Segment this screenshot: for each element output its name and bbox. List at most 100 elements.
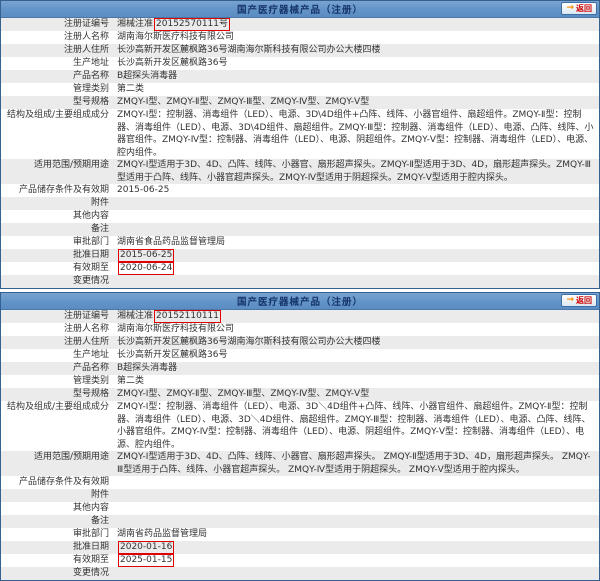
field-value: 2020-06-24 [115, 262, 599, 275]
value-text: 湖南省药品监督管理局 [117, 529, 207, 539]
field-row: 注册人住所长沙高新开发区麓枫路36号湖南海尔斯科技有限公司办公大楼四楼 [1, 44, 599, 57]
field-row: 其他内容 [1, 210, 599, 223]
field-value: 湖南省食品药品监督管理局 [115, 236, 599, 249]
field-row: 注册人住所长沙高新开发区麓枫路36号湖南海尔斯科技有限公司办公大楼四楼 [1, 336, 599, 349]
field-label: 备注 [1, 223, 115, 236]
field-value: 长沙高新开发区麓枫路36号 [115, 57, 599, 70]
field-label: 管理类别 [1, 83, 115, 96]
field-label: 产品储存条件及有效期 [1, 184, 115, 197]
card-header: 国产医疗器械产品（注册） → 返回 [1, 1, 599, 18]
field-row: 产品储存条件及有效期2015-06-25 [1, 184, 599, 197]
field-row: 附件 [1, 489, 599, 502]
field-label: 型号规格 [1, 96, 115, 109]
field-label: 批准日期 [1, 249, 115, 262]
field-row: 适用范围/预期用途ZMQY-Ⅰ型适用于3D、4D、凸阵、线阵、小器官、扇形超声探… [1, 159, 599, 184]
red-highlight-box: 20152110111 [154, 310, 221, 323]
registration-card-1: 国产医疗器械产品（注册） → 返回 注册证编号湘械注准20152570111号注… [0, 0, 600, 289]
field-value: 湘械注准20152570111号 [115, 18, 599, 31]
field-row: 注册人名称湖南海尔斯医疗科技有限公司 [1, 31, 599, 44]
field-row: 注册证编号湘械注准20152570111号 [1, 18, 599, 31]
field-row: 生产地址长沙高新开发区麓枫路36号 [1, 57, 599, 70]
field-value [115, 210, 599, 223]
value-text: 湖南海尔斯医疗科技有限公司 [117, 324, 234, 334]
field-row: 型号规格ZMQY-Ⅰ型、ZMQY-Ⅱ型、ZMQY-Ⅲ型、ZMQY-Ⅳ型、ZMQY… [1, 96, 599, 109]
red-highlight-box: 2020-01-16 [118, 541, 174, 554]
field-value: ZMQY-Ⅰ型、ZMQY-Ⅱ型、ZMQY-Ⅲ型、ZMQY-Ⅳ型、ZMQY-Ⅴ型 [115, 96, 599, 109]
field-value [115, 502, 599, 515]
field-label: 备注 [1, 515, 115, 528]
field-label: 注册人住所 [1, 44, 115, 57]
field-value: 长沙高新开发区麓枫路36号湖南海尔斯科技有限公司办公大楼四楼 [115, 44, 599, 57]
value-text: 第二类 [117, 376, 144, 386]
field-label: 结构及组成/主要组成成分 [1, 109, 115, 159]
field-label: 有效期至 [1, 554, 115, 567]
value-text: ZMQY-Ⅰ型：控制器、消毒组件（LED）、电源、3D\4D组件+凸阵、线阵、小… [117, 110, 594, 158]
field-row: 产品储存条件及有效期 [1, 476, 599, 489]
field-row: 批准日期2020-01-16 [1, 541, 599, 554]
field-value: 第二类 [115, 375, 599, 388]
field-row: 变更情况 [1, 567, 599, 580]
field-row: 结构及组成/主要组成成分ZMQY-Ⅰ型：控制器、消毒组件（LED）、电源、3D＼… [1, 401, 599, 451]
field-label: 注册证编号 [1, 310, 115, 323]
red-highlight-box: 2015-06-25 [118, 249, 174, 262]
value-text: 长沙高新开发区麓枫路36号湖南海尔斯科技有限公司办公大楼四楼 [117, 45, 380, 55]
field-label: 结构及组成/主要组成成分 [1, 401, 115, 451]
page-title: 国产医疗器械产品（注册） [237, 294, 363, 308]
field-value [115, 476, 599, 489]
field-label: 管理类别 [1, 375, 115, 388]
field-value: B超探头消毒器 [115, 70, 599, 83]
field-value [115, 567, 599, 580]
value-text: ZMQY-Ⅰ型、ZMQY-Ⅱ型、ZMQY-Ⅲ型、ZMQY-Ⅳ型、ZMQY-Ⅴ型 [117, 97, 369, 107]
value-text: B超探头消毒器 [117, 71, 177, 81]
red-highlight-box: 2020-06-24 [118, 262, 174, 275]
field-row: 变更情况 [1, 275, 599, 288]
field-value: 第二类 [115, 83, 599, 96]
field-row: 注册证编号湘械注准20152110111 [1, 310, 599, 323]
field-label: 产品储存条件及有效期 [1, 476, 115, 489]
value-text: ZMQY-Ⅰ型适用于3D、4D、凸阵、线阵、小器官、扇形超声探头。 ZMQY-Ⅱ… [117, 452, 591, 475]
field-label: 注册人名称 [1, 323, 115, 336]
field-label: 适用范围/预期用途 [1, 159, 115, 184]
field-label: 审批部门 [1, 236, 115, 249]
field-label: 生产地址 [1, 349, 115, 362]
field-rows: 注册证编号湘械注准20152110111注册人名称湖南海尔斯医疗科技有限公司注册… [1, 310, 599, 580]
value-text: 湖南海尔斯医疗科技有限公司 [117, 32, 234, 42]
field-value [115, 275, 599, 288]
back-arrow-icon: → [566, 3, 574, 14]
value-text: 长沙高新开发区麓枫路36号湖南海尔斯科技有限公司办公大楼四楼 [117, 337, 380, 347]
back-button[interactable]: → 返回 [561, 2, 597, 15]
field-value: 2015-06-25 [115, 249, 599, 262]
field-row: 有效期至2025-01-15 [1, 554, 599, 567]
field-value: 长沙高新开发区麓枫路36号湖南海尔斯科技有限公司办公大楼四楼 [115, 336, 599, 349]
back-arrow-icon: → [566, 295, 574, 306]
value-text: 长沙高新开发区麓枫路36号 [117, 350, 227, 360]
field-row: 备注 [1, 223, 599, 236]
field-label: 其他内容 [1, 210, 115, 223]
field-label: 注册人名称 [1, 31, 115, 44]
field-label: 其他内容 [1, 502, 115, 515]
field-value: ZMQY-Ⅰ型：控制器、消毒组件（LED）、电源、3D＼4D组件+凸阵、线阵、小… [115, 401, 599, 451]
field-row: 审批部门湖南省食品药品监督管理局 [1, 236, 599, 249]
value-text: ZMQY-Ⅰ型：控制器、消毒组件（LED）、电源、3D＼4D组件+凸阵、线阵、小… [117, 402, 590, 450]
field-value: 2015-06-25 [115, 184, 599, 197]
registration-page: 国产医疗器械产品（注册） → 返回 注册证编号湘械注准20152570111号注… [0, 0, 600, 560]
field-label: 产品名称 [1, 362, 115, 375]
field-value [115, 197, 599, 210]
field-row: 注册人名称湖南海尔斯医疗科技有限公司 [1, 323, 599, 336]
field-row: 产品名称B超探头消毒器 [1, 70, 599, 83]
field-value: ZMQY-Ⅰ型、ZMQY-Ⅱ型、ZMQY-Ⅲ型、ZMQY-Ⅳ型、ZMQY-Ⅴ型 [115, 388, 599, 401]
field-row: 结构及组成/主要组成成分ZMQY-Ⅰ型：控制器、消毒组件（LED）、电源、3D\… [1, 109, 599, 159]
field-label: 适用范围/预期用途 [1, 451, 115, 476]
back-button-label: 返回 [576, 295, 592, 306]
field-label: 变更情况 [1, 275, 115, 288]
field-value [115, 223, 599, 236]
field-value [115, 515, 599, 528]
field-value: 湖南海尔斯医疗科技有限公司 [115, 323, 599, 336]
field-row: 有效期至2020-06-24 [1, 262, 599, 275]
back-button[interactable]: → 返回 [561, 294, 597, 307]
field-value: 湘械注准20152110111 [115, 310, 599, 323]
field-label: 有效期至 [1, 262, 115, 275]
field-label: 审批部门 [1, 528, 115, 541]
value-text: 湖南省食品药品监督管理局 [117, 237, 225, 247]
field-row: 型号规格ZMQY-Ⅰ型、ZMQY-Ⅱ型、ZMQY-Ⅲ型、ZMQY-Ⅳ型、ZMQY… [1, 388, 599, 401]
